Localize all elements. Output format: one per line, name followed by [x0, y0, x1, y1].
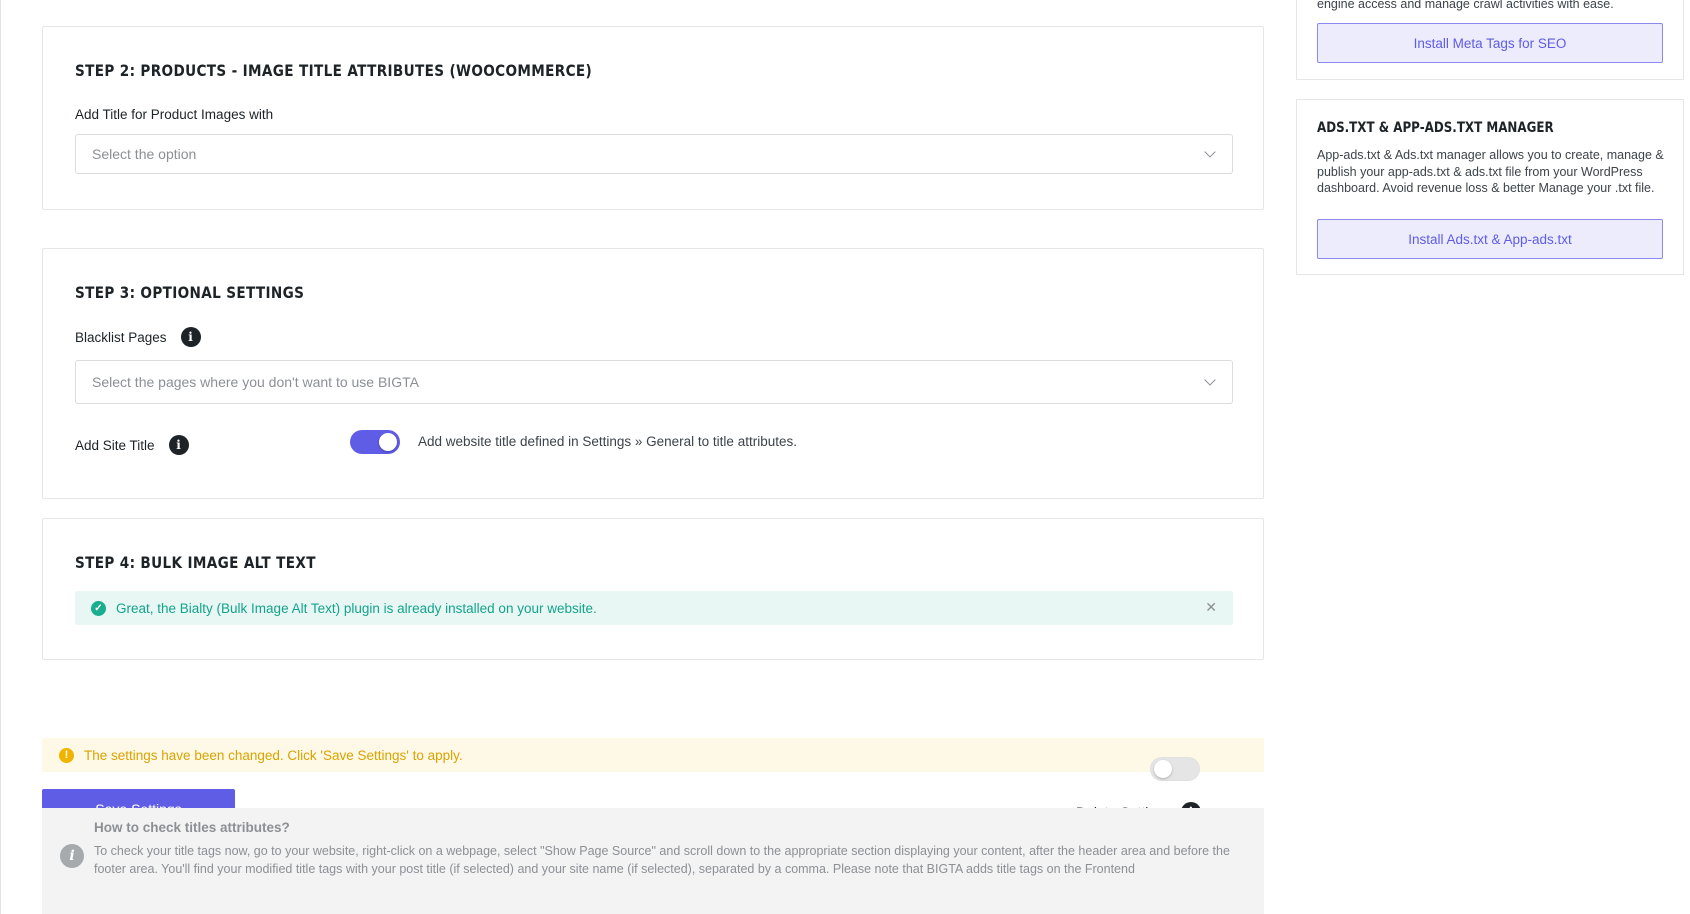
warning-icon: !: [59, 747, 74, 763]
add-site-title-toggle[interactable]: [350, 430, 400, 454]
ads-txt-card: ADS.TXT & APP-ADS.TXT MANAGER App-ads.tx…: [1296, 99, 1684, 275]
help-text: To check your title tags now, go to your…: [94, 844, 1230, 876]
help-box: i How to check titles attributes? To che…: [42, 808, 1264, 914]
step2-card: STEP 2: PRODUCTS - IMAGE TITLE ATTRIBUTE…: [42, 26, 1264, 210]
help-title: How to check titles attributes?: [94, 820, 290, 835]
add-site-title-label: Add Site Title: [75, 437, 155, 453]
blacklist-pages-select[interactable]: Select the pages where you don't want to…: [75, 360, 1233, 404]
chevron-down-icon: [1204, 146, 1216, 158]
step4-title: STEP 4: BULK IMAGE ALT TEXT: [75, 553, 316, 572]
toggle-knob: [379, 433, 397, 451]
ads-txt-title: ADS.TXT & APP-ADS.TXT MANAGER: [1317, 120, 1554, 136]
meta-tags-card: engine access and manage crawl activitie…: [1296, 0, 1684, 80]
step4-card: STEP 4: BULK IMAGE ALT TEXT ✓ Great, the…: [42, 518, 1264, 660]
select-placeholder: Select the option: [92, 146, 197, 162]
meta-tags-text: engine access and manage crawl activitie…: [1317, 0, 1614, 11]
step3-title: STEP 3: OPTIONAL SETTINGS: [75, 283, 305, 302]
add-site-title-description: Add website title defined in Settings » …: [418, 434, 797, 449]
ads-txt-description: App-ads.txt & Ads.txt manager allows you…: [1317, 148, 1664, 195]
page-left-border: [0, 0, 1, 914]
settings-changed-notice: ! The settings have been changed. Click …: [42, 738, 1264, 772]
delete-settings-toggle[interactable]: [1150, 757, 1200, 781]
toggle-knob: [1154, 760, 1172, 778]
product-image-title-select[interactable]: Select the option: [75, 134, 1233, 174]
info-icon[interactable]: i: [168, 435, 189, 455]
install-ads-txt-button[interactable]: Install Ads.txt & App-ads.txt: [1317, 219, 1663, 259]
install-meta-tags-button[interactable]: Install Meta Tags for SEO: [1317, 23, 1663, 63]
add-site-title-label-row: Add Site Title i: [75, 435, 189, 455]
warning-message: The settings have been changed. Click 'S…: [84, 747, 463, 763]
step2-title: STEP 2: PRODUCTS - IMAGE TITLE ATTRIBUTE…: [75, 61, 593, 80]
blacklist-pages-label: Blacklist Pages: [75, 329, 167, 345]
product-image-title-label: Add Title for Product Images with: [75, 107, 274, 122]
bialty-installed-notice: ✓ Great, the Bialty (Bulk Image Alt Text…: [75, 591, 1233, 625]
success-message: Great, the Bialty (Bulk Image Alt Text) …: [116, 600, 597, 616]
blacklist-pages-label-row: Blacklist Pages i: [75, 327, 201, 347]
select-placeholder: Select the pages where you don't want to…: [92, 374, 419, 390]
step3-card: STEP 3: OPTIONAL SETTINGS Blacklist Page…: [42, 248, 1264, 499]
info-icon[interactable]: i: [180, 327, 201, 347]
chevron-down-icon: [1204, 374, 1216, 386]
close-icon[interactable]: ✕: [1205, 599, 1217, 616]
check-circle-icon: ✓: [91, 600, 106, 616]
info-italic-icon: i: [60, 844, 84, 868]
